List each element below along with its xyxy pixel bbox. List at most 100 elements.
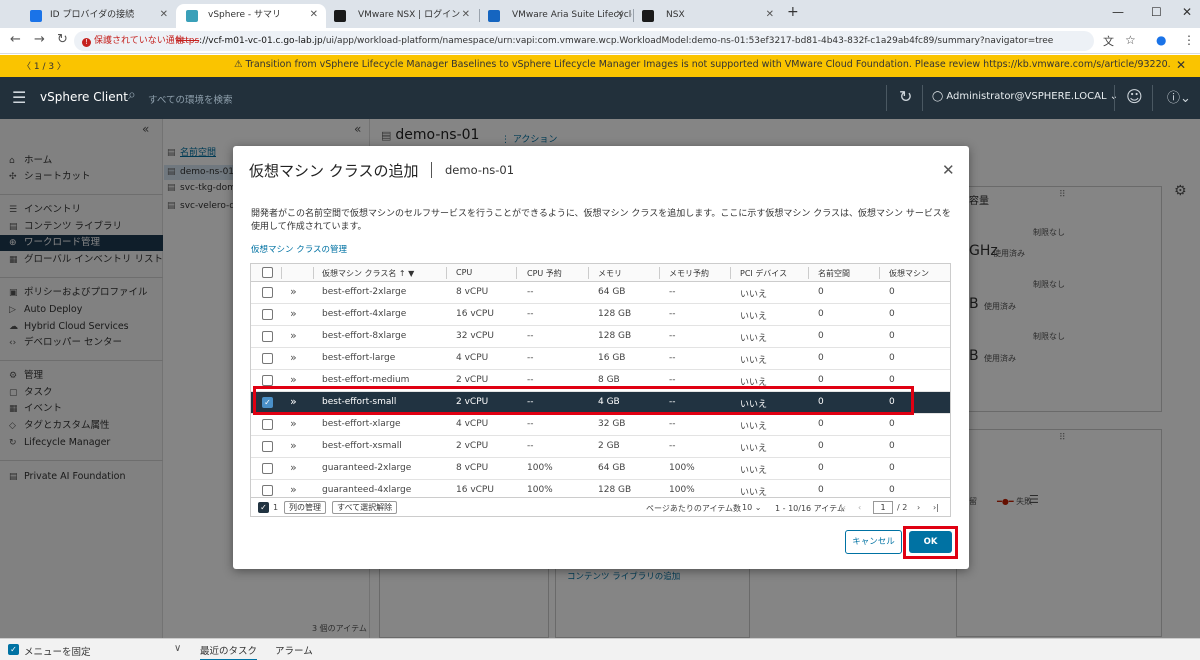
minimize-icon[interactable]: —	[1112, 5, 1124, 19]
close-icon[interactable]: ✕	[616, 4, 624, 26]
pin-menu-checkbox[interactable]: ✓	[8, 644, 19, 655]
select-all-checkbox[interactable]	[262, 267, 273, 278]
column-separator	[808, 267, 809, 279]
last-page-icon[interactable]: ›|	[933, 503, 939, 512]
cell-cpu-reservation: --	[527, 419, 534, 429]
manage-vm-classes-link[interactable]: 仮想マシン クラスの管理	[251, 243, 347, 255]
url-path: /ui/app/workload-platform/namespace/urn:…	[322, 36, 1054, 46]
reload-icon[interactable]: ↻	[57, 32, 68, 47]
row-checkbox[interactable]	[262, 419, 273, 430]
column-separator	[588, 267, 589, 279]
help-icon[interactable]: ⓘ⌄	[1167, 87, 1191, 106]
column-separator	[730, 267, 731, 279]
expand-row-icon[interactable]: »	[290, 461, 297, 474]
chevron-down-icon[interactable]: ∨	[174, 643, 181, 654]
banner-pager[interactable]: 〈 1 / 3 〉	[22, 59, 66, 72]
row-checkbox[interactable]	[262, 287, 273, 298]
cell-memory: 64 GB	[598, 463, 626, 473]
row-checkbox[interactable]	[262, 485, 273, 496]
row-checkbox[interactable]	[262, 441, 273, 452]
url-input[interactable]: ! 保護されていない通信 https://vcf-m01-vc-01.c.go-l…	[74, 31, 1094, 51]
table-row[interactable]: » best-effort-4xlarge 16 vCPU -- 128 GB …	[251, 304, 950, 326]
browser-tab-nsx-login[interactable]: VMware NSX | ログイン ✕	[326, 4, 478, 28]
expand-row-icon[interactable]: »	[290, 483, 297, 496]
cell-vms: 0	[889, 353, 895, 363]
expand-row-icon[interactable]: »	[290, 351, 297, 364]
search-icon[interactable]: ⌕	[128, 87, 136, 103]
cell-cpu-reservation: --	[527, 375, 534, 385]
forward-icon[interactable]: →	[34, 32, 45, 47]
banner-close-icon[interactable]: ✕	[1176, 58, 1186, 72]
back-icon[interactable]: ←	[10, 32, 21, 47]
column-header-memory-reservation[interactable]: メモリ予約	[669, 268, 709, 279]
row-checkbox[interactable]	[262, 353, 273, 364]
deselect-all-button[interactable]: すべて選択解除	[332, 501, 398, 514]
translate-icon[interactable]: 文	[1103, 33, 1114, 49]
expand-row-icon[interactable]: »	[290, 307, 297, 320]
cell-name: best-effort-8xlarge	[322, 331, 407, 341]
manage-columns-button[interactable]: 列の管理	[284, 501, 326, 514]
table-row[interactable]: » guaranteed-2xlarge 8 vCPU 100% 64 GB 1…	[251, 458, 950, 480]
expand-row-icon[interactable]: »	[290, 373, 297, 386]
browser-menu-icon[interactable]: ⋮	[1183, 33, 1195, 47]
tab-alarms[interactable]: アラーム	[275, 643, 313, 657]
first-page-icon[interactable]: |‹	[840, 503, 846, 512]
column-header-vms[interactable]: 仮想マシン	[889, 268, 929, 279]
browser-tab-aria[interactable]: VMware Aria Suite Lifecycle ✕	[480, 4, 632, 28]
tab-recent-tasks[interactable]: 最近のタスク	[200, 643, 258, 660]
profile-icon[interactable]: ●	[1156, 33, 1166, 47]
feedback-smiley-icon[interactable]: ☺	[1126, 87, 1143, 106]
expand-row-icon[interactable]: »	[290, 417, 297, 430]
items-per-page-select[interactable]: 10 ⌄	[742, 503, 761, 512]
browser-tab-nsx[interactable]: NSX ✕	[634, 4, 782, 28]
expand-row-icon[interactable]: »	[290, 285, 297, 298]
expand-row-icon[interactable]: »	[290, 329, 297, 342]
column-header-cpu[interactable]: CPU	[456, 268, 472, 277]
close-window-icon[interactable]: ✕	[1182, 5, 1192, 19]
table-row[interactable]: » best-effort-2xlarge 8 vCPU -- 64 GB --…	[251, 282, 950, 304]
table-row[interactable]: » best-effort-8xlarge 32 vCPU -- 128 GB …	[251, 326, 950, 348]
column-header-pci[interactable]: PCI デバイス	[740, 268, 787, 279]
column-header-name[interactable]: 仮想マシン クラス名 ↑ ▼	[322, 268, 414, 279]
cell-pci: いいえ	[740, 466, 768, 476]
total-pages: / 2	[897, 503, 908, 512]
filter-icon[interactable]: ▼	[406, 269, 414, 278]
next-page-icon[interactable]: ›	[917, 503, 920, 512]
bookmark-star-icon[interactable]: ☆	[1125, 33, 1136, 47]
table-row[interactable]: » best-effort-xsmall 2 vCPU -- 2 GB -- い…	[251, 436, 950, 458]
row-checkbox[interactable]	[262, 309, 273, 320]
refresh-icon[interactable]: ↻	[899, 87, 912, 106]
table-row[interactable]: » best-effort-large 4 vCPU -- 16 GB -- い…	[251, 348, 950, 370]
cell-name: best-effort-2xlarge	[322, 287, 407, 297]
hamburger-menu-icon[interactable]: ☰	[12, 88, 26, 107]
row-checkbox[interactable]	[262, 331, 273, 342]
sort-ascending-icon[interactable]: ↑	[396, 269, 406, 278]
table-row[interactable]: » best-effort-xlarge 4 vCPU -- 32 GB -- …	[251, 414, 950, 436]
nsx-icon	[642, 10, 654, 22]
page-number-input[interactable]: 1	[873, 501, 893, 514]
row-checkbox[interactable]	[262, 463, 273, 474]
row-checkbox[interactable]	[262, 375, 273, 386]
close-icon[interactable]: ✕	[310, 4, 318, 26]
selection-count-checkbox[interactable]: ✓	[258, 502, 269, 513]
cell-cpu: 4 vCPU	[456, 419, 489, 429]
close-icon[interactable]: ✕	[766, 4, 774, 26]
browser-tab-vsphere[interactable]: vSphere - サマリ ✕	[176, 4, 326, 28]
cell-memory: 64 GB	[598, 287, 626, 297]
expand-row-icon[interactable]: »	[290, 439, 297, 452]
close-icon[interactable]: ✕	[160, 4, 168, 26]
column-header-namespaces[interactable]: 名前空間	[818, 268, 850, 279]
global-search-input[interactable]: すべての環境を検索	[148, 92, 232, 106]
cell-cpu-reservation: 100%	[527, 485, 553, 495]
cancel-button[interactable]: キャンセル	[845, 530, 902, 554]
insecure-badge[interactable]: ! 保護されていない通信	[82, 34, 184, 48]
new-tab-button[interactable]: +	[787, 4, 799, 20]
browser-tab-idp[interactable]: ID プロバイダの接続 ✕	[18, 4, 176, 28]
close-icon[interactable]: ✕	[942, 161, 955, 179]
column-header-cpu-reservation[interactable]: CPU 予約	[527, 268, 562, 279]
maximize-icon[interactable]: ☐	[1151, 5, 1162, 19]
close-icon[interactable]: ✕	[462, 4, 470, 26]
user-menu[interactable]: ◯ Administrator@VSPHERE.LOCAL ⌄	[932, 91, 1118, 102]
previous-page-icon[interactable]: ‹	[858, 503, 861, 512]
column-header-memory[interactable]: メモリ	[598, 268, 622, 279]
